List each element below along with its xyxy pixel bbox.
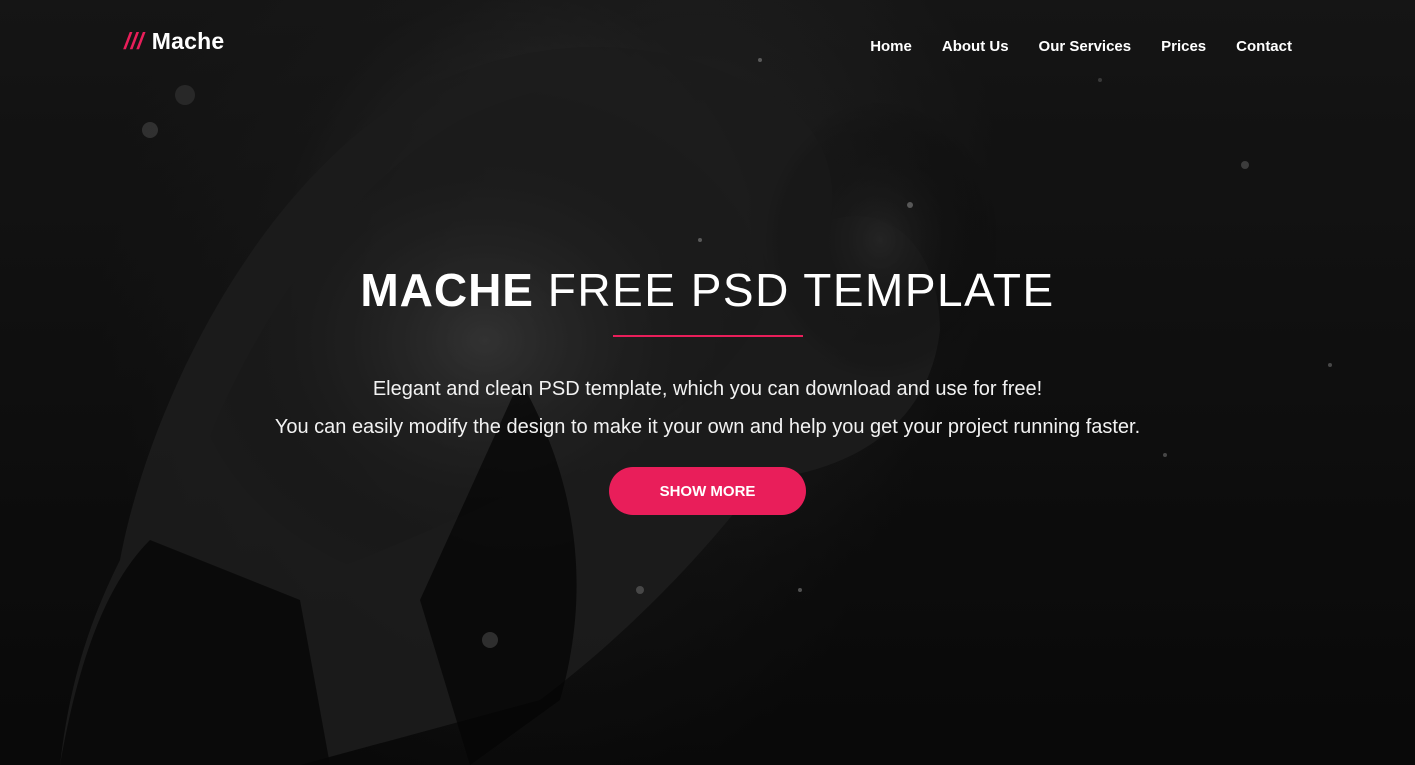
hero-title-bold: MACHE (360, 264, 534, 316)
logo[interactable]: /// Mache (124, 28, 224, 55)
logo-text: Mache (151, 28, 225, 54)
hero-description-line-1: Elegant and clean PSD template, which yo… (372, 378, 1043, 400)
hero-description-line-2: You can easily modify the design to make… (274, 416, 1141, 438)
hero-section: /// Mache Home About Us Our Services Pric… (0, 0, 1415, 765)
nav-link-our-services[interactable]: Our Services (1039, 38, 1132, 55)
logo-slashes: /// (124, 28, 144, 54)
hero-title-light: FREE PSD TEMPLATE (547, 264, 1055, 316)
nav-link-home[interactable]: Home (870, 38, 912, 55)
hero-content: MACHE FREE PSD TEMPLATE Elegant and clea… (0, 262, 1415, 515)
nav-link-contact[interactable]: Contact (1236, 38, 1292, 55)
nav-link-prices[interactable]: Prices (1161, 38, 1206, 55)
nav-link-about-us[interactable]: About Us (942, 38, 1009, 55)
title-divider (612, 335, 803, 337)
main-nav: Home About Us Our Services Prices Contac… (870, 38, 1292, 55)
hero-description: Elegant and clean PSD template, which yo… (0, 370, 1415, 446)
show-more-button[interactable]: SHOW MORE (609, 467, 806, 515)
hero-title: MACHE FREE PSD TEMPLATE (0, 262, 1415, 318)
